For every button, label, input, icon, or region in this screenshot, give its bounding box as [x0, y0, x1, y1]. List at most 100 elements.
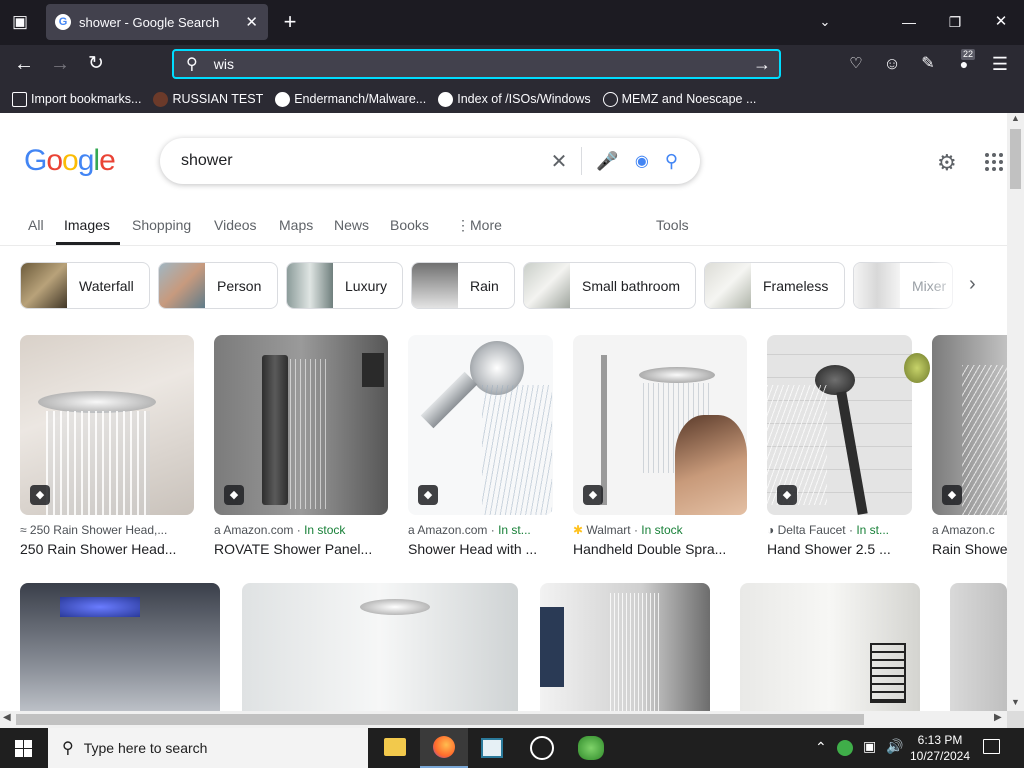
- image-result[interactable]: ◆ ≈ 250 Rain Shower Head,... 250 Rain Sh…: [20, 335, 194, 557]
- scroll-down-arrow-icon[interactable]: ▼: [1011, 697, 1020, 707]
- pocket-icon[interactable]: ♡: [843, 51, 869, 77]
- url-input[interactable]: wis: [214, 56, 753, 72]
- scroll-up-arrow-icon[interactable]: ▲: [1011, 113, 1020, 123]
- chip-rain[interactable]: Rain: [411, 262, 515, 309]
- image-result[interactable]: ◆ a Amazon.com · In stock ROVATE Shower …: [214, 335, 388, 557]
- scroll-thumb[interactable]: [1010, 129, 1021, 189]
- reload-icon[interactable]: ↻: [83, 51, 109, 77]
- google-logo[interactable]: Google: [24, 144, 116, 178]
- network-icon[interactable]: ▣: [863, 738, 876, 755]
- chip-waterfall[interactable]: Waterfall: [20, 262, 150, 309]
- result-title[interactable]: 250 Rain Shower Head...: [20, 541, 194, 557]
- result-title[interactable]: Rain Showe: [932, 541, 1007, 557]
- tray-people-icon[interactable]: [837, 740, 853, 756]
- bookmark-import[interactable]: Import bookmarks...: [12, 91, 141, 107]
- minimize-icon[interactable]: —: [896, 9, 922, 35]
- firefox-icon[interactable]: [420, 728, 468, 768]
- image-result[interactable]: ◆ ✱ Walmart · In stock Handheld Double S…: [573, 335, 747, 557]
- result-title[interactable]: Handheld Double Spra...: [573, 541, 747, 557]
- search-box[interactable]: shower ✕ 🎤 ◉ ⚲: [160, 138, 700, 184]
- bookmark-russian-test[interactable]: RUSSIAN TEST: [153, 91, 263, 107]
- apps-grid-icon[interactable]: [985, 153, 1003, 171]
- lens-icon[interactable]: ◉: [635, 151, 649, 171]
- chip-person[interactable]: Person: [158, 262, 278, 309]
- vertical-scrollbar[interactable]: ▲ ▼: [1007, 113, 1024, 711]
- tab-all[interactable]: All: [28, 217, 44, 233]
- tab-shopping[interactable]: Shopping: [132, 217, 191, 233]
- result-title[interactable]: ROVATE Shower Panel...: [214, 541, 388, 557]
- tools-button[interactable]: Tools: [656, 217, 689, 233]
- image-result[interactable]: [20, 583, 220, 711]
- extensions-icon[interactable]: ✎: [915, 51, 941, 77]
- bookmark-endermanch[interactable]: Endermanch/Malware...: [275, 91, 426, 107]
- result-image: ◆: [20, 335, 194, 515]
- tab-books[interactable]: Books: [390, 217, 429, 233]
- close-tab-icon[interactable]: ✕: [245, 13, 258, 31]
- image-result[interactable]: ◆ ◑ Delta Faucet · In st... Hand Shower …: [767, 335, 912, 557]
- bookmark-isos[interactable]: Index of /ISOs/Windows: [438, 91, 591, 107]
- active-tab[interactable]: G shower - Google Search ✕: [46, 4, 268, 40]
- alarm-clock-icon[interactable]: [530, 736, 554, 760]
- amazon-icon: a: [932, 523, 942, 537]
- bookmark-label: MEMZ and Noescape ...: [621, 92, 757, 106]
- show-hidden-icons-icon[interactable]: ⌃: [815, 739, 827, 756]
- tab-maps[interactable]: Maps: [279, 217, 313, 233]
- extension-badge: 22: [961, 49, 976, 60]
- tab-more[interactable]: More: [470, 217, 502, 233]
- chip-luxury[interactable]: Luxury: [286, 262, 403, 309]
- search-submit-icon[interactable]: ⚲: [665, 151, 678, 172]
- close-window-icon[interactable]: ✕: [988, 9, 1014, 35]
- chip-label: Small bathroom: [582, 277, 681, 294]
- go-arrow-icon[interactable]: →: [753, 54, 771, 75]
- chevron-right-icon[interactable]: ›: [969, 273, 976, 296]
- clear-search-icon[interactable]: ✕: [551, 149, 568, 174]
- image-result[interactable]: [740, 583, 920, 711]
- settings-gear-icon[interactable]: ⚙: [937, 150, 957, 176]
- search-icon: ⚲: [186, 56, 198, 73]
- scroll-right-arrow-icon[interactable]: ▶: [994, 712, 1002, 723]
- horizontal-scrollbar[interactable]: ◀ ▶: [0, 711, 1007, 728]
- new-tab-icon[interactable]: +: [277, 9, 303, 35]
- image-result[interactable]: [950, 583, 1007, 711]
- people-app-icon[interactable]: [578, 736, 604, 760]
- url-bar[interactable]: ⚲ wis →: [172, 49, 781, 79]
- file-explorer-icon[interactable]: [384, 738, 406, 756]
- tab-news[interactable]: News: [334, 217, 369, 233]
- scroll-thumb[interactable]: [16, 714, 864, 725]
- image-result[interactable]: ◆ a Amazon.c Rain Showe: [932, 335, 1007, 557]
- account-icon[interactable]: ☺: [879, 51, 905, 77]
- scroll-left-arrow-icon[interactable]: ◀: [3, 712, 11, 723]
- back-icon[interactable]: ←: [11, 51, 37, 77]
- chip-frameless[interactable]: Frameless: [704, 262, 845, 309]
- list-all-tabs-icon[interactable]: ⌄: [812, 9, 838, 35]
- taskbar-search-box[interactable]: ⚲ Type here to search: [48, 728, 368, 768]
- chip-small-bathroom[interactable]: Small bathroom: [523, 262, 696, 309]
- voice-search-icon[interactable]: 🎤: [596, 151, 618, 172]
- image-result[interactable]: ◆ a Amazon.com · In st... Shower Head wi…: [408, 335, 553, 557]
- result-image: ◆: [573, 335, 747, 515]
- restore-icon[interactable]: ❐: [942, 9, 968, 35]
- forward-icon[interactable]: →: [47, 51, 73, 77]
- scroll-corner: [1007, 711, 1024, 728]
- search-query-input[interactable]: shower: [181, 152, 551, 170]
- result-title[interactable]: Hand Shower 2.5 ...: [767, 541, 912, 557]
- bookmark-memz[interactable]: MEMZ and Noescape ...: [602, 91, 757, 107]
- menu-icon[interactable]: ☰: [987, 51, 1013, 77]
- addon-icon[interactable]: ● 22: [951, 49, 977, 77]
- chip-thumbnail: [412, 263, 458, 308]
- result-title[interactable]: Shower Head with ...: [408, 541, 553, 557]
- notifications-icon[interactable]: [983, 739, 1000, 754]
- tab-list-icon[interactable]: ▣: [7, 9, 33, 35]
- image-result[interactable]: [242, 583, 518, 711]
- more-dots-icon[interactable]: ⋮: [456, 217, 470, 234]
- image-result[interactable]: [540, 583, 710, 711]
- divider: [581, 147, 583, 175]
- product-tag-icon: ◆: [583, 485, 603, 505]
- tab-images[interactable]: Images: [64, 217, 110, 233]
- windows-start-icon[interactable]: [15, 740, 32, 757]
- volume-icon[interactable]: 🔊: [886, 738, 903, 755]
- source-name: Amazon.com: [417, 523, 488, 537]
- clock[interactable]: 6:13 PM 10/27/2024: [905, 732, 975, 764]
- tab-videos[interactable]: Videos: [214, 217, 257, 233]
- app-window-icon[interactable]: [481, 738, 503, 758]
